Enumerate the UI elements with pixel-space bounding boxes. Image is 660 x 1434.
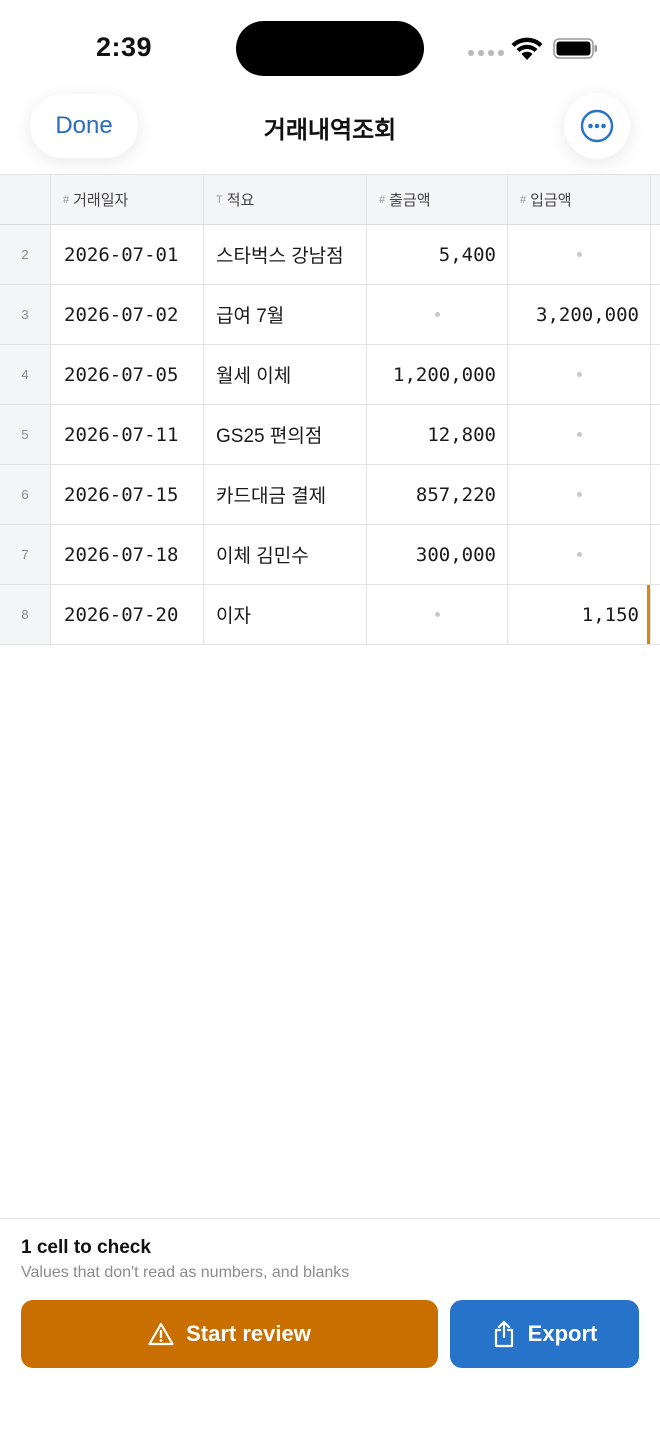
blank-dot-icon <box>576 552 582 557</box>
date-cell[interactable]: 2026-07-02 <box>51 285 204 344</box>
table-row: 7 2026-07-18 이체 김민수 300,000 <box>0 525 660 585</box>
deposit-cell[interactable]: 3,200,000 <box>508 285 651 344</box>
deposit-cell-blank[interactable] <box>508 465 651 524</box>
check-count-title: 1 cell to check <box>21 1237 151 1258</box>
date-cell[interactable]: 2026-07-20 <box>51 585 204 644</box>
transaction-table: # 거래일자 T 적요 # 출금액 # 입금액 2 2026-07-01 스타벅… <box>0 174 660 645</box>
table-row: 2 2026-07-01 스타벅스 강남점 5,400 <box>0 225 660 285</box>
overflow-cell <box>651 525 660 584</box>
table-header-row: # 거래일자 T 적요 # 출금액 # 입금액 <box>0 174 660 225</box>
blank-dot-icon <box>576 492 582 497</box>
deposit-cell-blank[interactable] <box>508 405 651 464</box>
status-time: 2:39 <box>96 32 153 62</box>
overflow-cell <box>651 225 660 284</box>
overflow-cell <box>651 285 660 344</box>
table-row: 8 2026-07-20 이자 1,150 <box>0 585 660 645</box>
status-bar: 2:39 <box>0 0 660 96</box>
row-index: 8 <box>0 585 51 644</box>
start-review-button[interactable]: Start review <box>21 1300 438 1368</box>
deposit-cell-blank[interactable] <box>508 525 651 584</box>
overflow-cell <box>651 345 660 404</box>
column-header-label: 적요 <box>226 192 255 209</box>
battery-icon <box>553 38 597 59</box>
date-cell[interactable]: 2026-07-05 <box>51 345 204 404</box>
overflow-cell <box>651 465 660 524</box>
withdrawal-cell[interactable]: 5,400 <box>367 225 508 284</box>
row-index-header <box>0 175 51 224</box>
memo-cell[interactable]: 월세 이체 <box>204 345 367 404</box>
number-type-icon: # <box>520 193 527 206</box>
memo-cell[interactable]: 스타벅스 강남점 <box>204 225 367 284</box>
table-row: 3 2026-07-02 급여 7월 3,200,000 <box>0 285 660 345</box>
row-index: 2 <box>0 225 51 284</box>
blank-dot-icon <box>434 612 440 617</box>
memo-cell[interactable]: GS25 편의점 <box>204 405 367 464</box>
withdrawal-cell[interactable]: 857,220 <box>367 465 508 524</box>
share-icon <box>494 1320 513 1348</box>
withdrawal-cell[interactable]: 1,200,000 <box>367 345 508 404</box>
navigation-bar: Done 거래내역조회 <box>0 90 660 174</box>
column-header-withdrawal[interactable]: # 출금액 <box>367 175 508 224</box>
withdrawal-cell-blank[interactable] <box>367 585 508 644</box>
wifi-icon <box>511 37 543 60</box>
number-type-icon: # <box>63 193 70 206</box>
overflow-cell <box>651 585 660 644</box>
number-type-icon: # <box>379 193 386 206</box>
cellular-signal-icon <box>468 50 504 56</box>
warning-triangle-icon <box>148 1322 174 1346</box>
column-header-overflow <box>651 175 660 224</box>
blank-dot-icon <box>434 312 440 317</box>
memo-cell[interactable]: 이체 김민수 <box>204 525 367 584</box>
row-index: 6 <box>0 465 51 524</box>
export-label: Export <box>527 1321 598 1346</box>
date-cell[interactable]: 2026-07-15 <box>51 465 204 524</box>
dynamic-island <box>236 21 424 76</box>
table-row: 4 2026-07-05 월세 이체 1,200,000 <box>0 345 660 405</box>
more-options-button[interactable] <box>564 93 630 159</box>
row-index: 7 <box>0 525 51 584</box>
deposit-cell-flagged[interactable]: 1,150 <box>508 585 651 644</box>
blank-dot-icon <box>576 372 582 377</box>
withdrawal-cell-blank[interactable] <box>367 285 508 344</box>
deposit-cell-blank[interactable] <box>508 225 651 284</box>
table-row: 6 2026-07-15 카드대금 결제 857,220 <box>0 465 660 525</box>
column-header-deposit[interactable]: # 입금액 <box>508 175 651 224</box>
text-type-icon: T <box>216 193 223 206</box>
column-header-date[interactable]: # 거래일자 <box>51 175 204 224</box>
check-description: Values that don't read as numbers, and b… <box>21 1264 350 1281</box>
export-button[interactable]: Export <box>450 1300 639 1368</box>
page-title: 거래내역조회 <box>263 117 397 144</box>
overflow-cell <box>651 405 660 464</box>
memo-cell[interactable]: 급여 7월 <box>204 285 367 344</box>
row-index: 4 <box>0 345 51 404</box>
review-panel: 1 cell to check Values that don't read a… <box>0 1218 660 1434</box>
row-index: 5 <box>0 405 51 464</box>
start-review-label: Start review <box>186 1321 311 1346</box>
column-header-memo[interactable]: T 적요 <box>204 175 367 224</box>
date-cell[interactable]: 2026-07-18 <box>51 525 204 584</box>
blank-dot-icon <box>576 252 582 257</box>
date-cell[interactable]: 2026-07-01 <box>51 225 204 284</box>
memo-cell[interactable]: 이자 <box>204 585 367 644</box>
ellipsis-circle-icon <box>580 109 614 143</box>
blank-dot-icon <box>576 432 582 437</box>
date-cell[interactable]: 2026-07-11 <box>51 405 204 464</box>
row-index: 3 <box>0 285 51 344</box>
table-row: 5 2026-07-11 GS25 편의점 12,800 <box>0 405 660 465</box>
column-header-label: 거래일자 <box>73 192 129 209</box>
memo-cell[interactable]: 카드대금 결제 <box>204 465 367 524</box>
deposit-cell-blank[interactable] <box>508 345 651 404</box>
column-header-label: 입금액 <box>530 192 572 209</box>
column-header-label: 출금액 <box>389 192 431 209</box>
withdrawal-cell[interactable]: 12,800 <box>367 405 508 464</box>
withdrawal-cell[interactable]: 300,000 <box>367 525 508 584</box>
